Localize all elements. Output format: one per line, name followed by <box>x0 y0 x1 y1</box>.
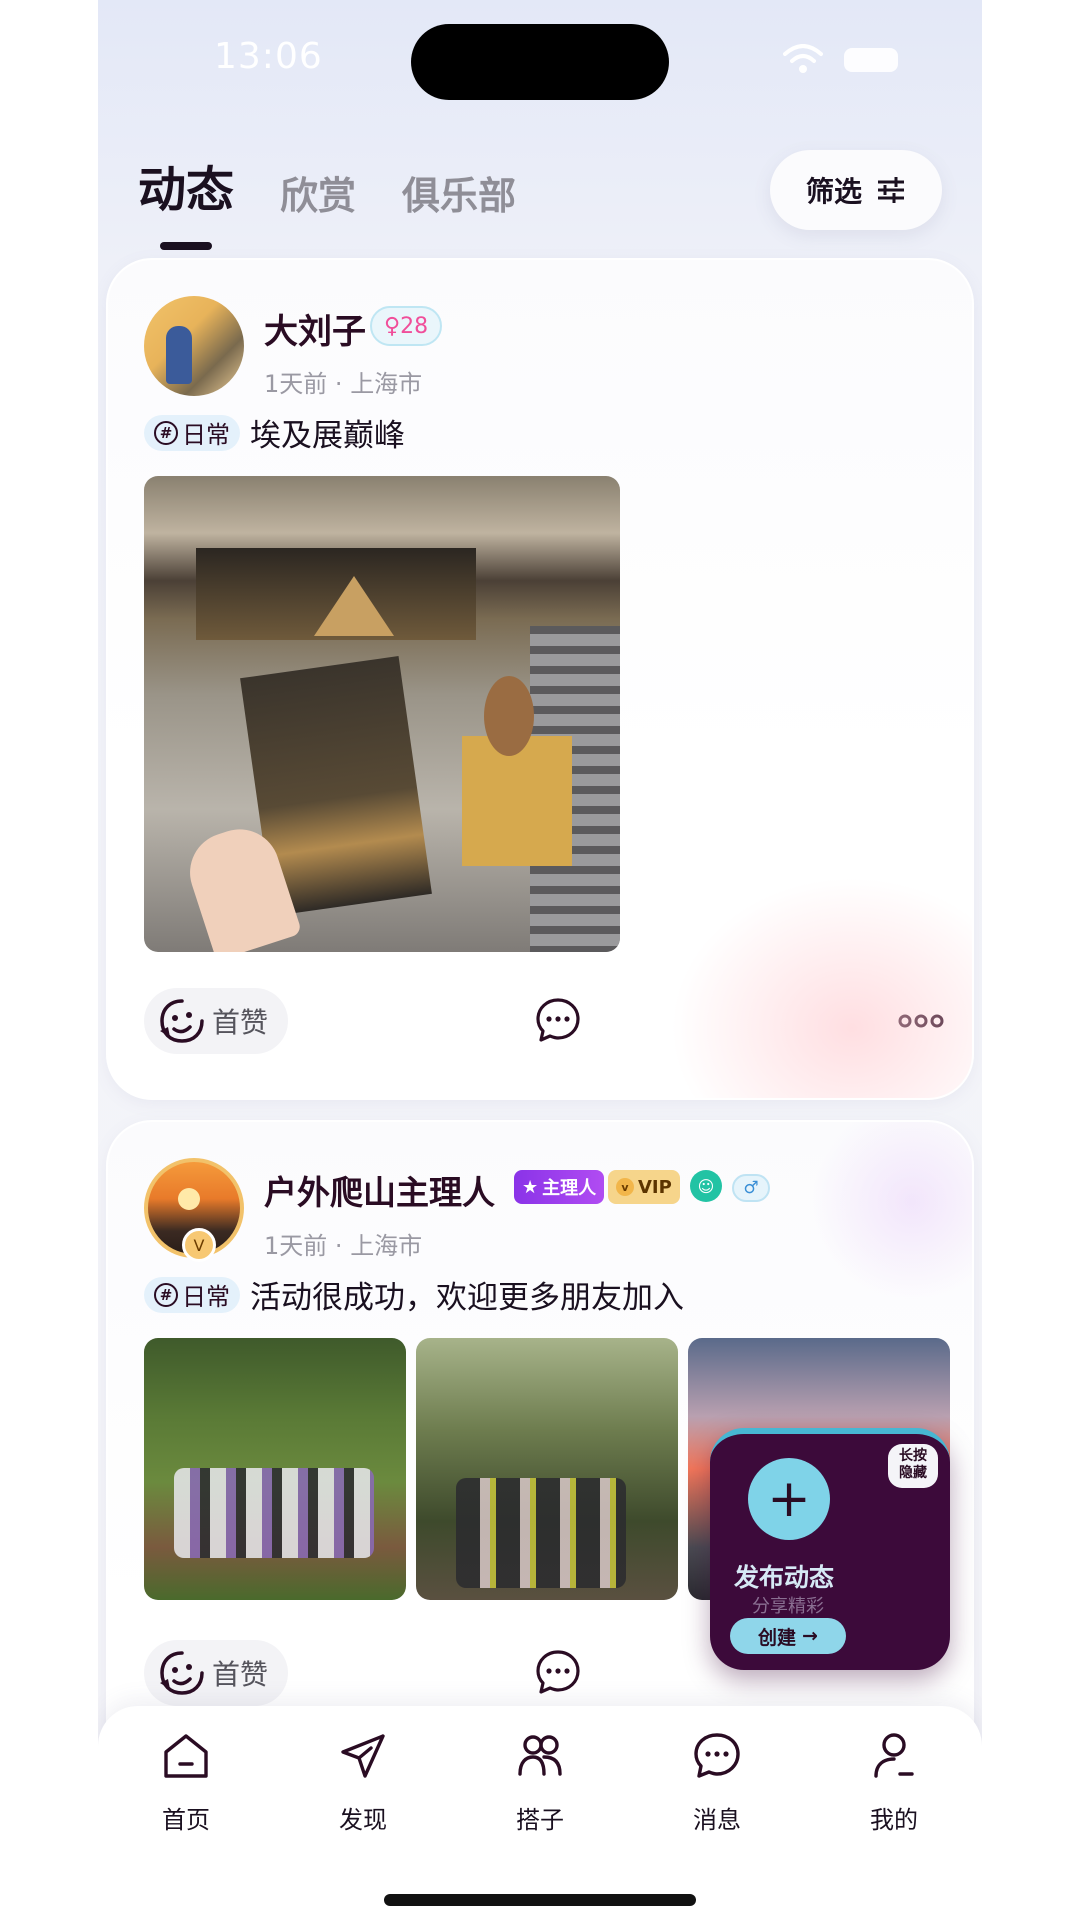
arrow-right-icon: → <box>802 1625 818 1647</box>
vip-badge: v VIP <box>608 1170 680 1204</box>
like-label: 首赞 <box>212 1006 269 1039</box>
hashtag-icon: # <box>154 420 178 445</box>
post-time: 1天前 <box>264 1232 328 1260</box>
nav-label-buddies: 搭子 <box>516 1806 564 1834</box>
nav-item-messages[interactable]: 消息 <box>657 1730 777 1835</box>
topic-label: 日常 <box>182 1283 230 1311</box>
app-screen: 13:06 动态 欣赏 俱乐部 筛选 大刘子 ♀28 1天前 · 上海市 # 日… <box>98 0 982 1920</box>
home-icon <box>164 1734 208 1778</box>
filter-button[interactable]: 筛选 <box>770 150 942 230</box>
comment-icon[interactable] <box>534 1648 582 1696</box>
post-text-row: # 日常 活动很成功，欢迎更多朋友加入 <box>144 1272 684 1317</box>
topic-tag[interactable]: # 日常 <box>144 1276 240 1313</box>
fab-subtitle: 分享精彩 <box>752 1596 824 1617</box>
post-actions: 首赞 <box>144 988 944 1054</box>
post-meta: 1天前 · 上海市 <box>264 1226 422 1261</box>
long-press-hide-hint[interactable]: 长按 隐藏 <box>888 1444 938 1488</box>
nav-item-home[interactable]: 首页 <box>126 1730 246 1835</box>
organizer-label: 主理人 <box>542 1178 597 1199</box>
nav-item-discover[interactable]: 发现 <box>303 1730 423 1835</box>
nav-label-home: 首页 <box>162 1806 210 1834</box>
post-photo[interactable] <box>416 1338 678 1600</box>
like-emoji-icon <box>160 999 204 1043</box>
like-button[interactable]: 首赞 <box>144 1640 289 1706</box>
home-indicator[interactable] <box>384 1894 696 1906</box>
like-label: 首赞 <box>212 1658 269 1691</box>
battery-icon <box>844 48 898 72</box>
send-icon <box>341 1734 385 1778</box>
tab-feed-label: 动态 <box>138 162 235 218</box>
star-icon: ★ <box>522 1176 539 1198</box>
tab-appreciate[interactable]: 欣赏 <box>280 165 356 220</box>
create-button[interactable]: 创建 → <box>730 1618 846 1654</box>
more-icon[interactable] <box>898 1006 944 1036</box>
people-icon <box>518 1735 562 1776</box>
wifi-icon <box>783 44 823 73</box>
post-username[interactable]: 户外爬山主理人 <box>264 1166 495 1214</box>
post-username[interactable]: 大刘子 <box>264 304 366 353</box>
bottom-nav: 首页 发现 搭子 消息 我的 <box>98 1706 982 1920</box>
like-button[interactable]: 首赞 <box>144 988 289 1054</box>
nav-item-profile[interactable]: 我的 <box>834 1730 954 1835</box>
comment-icon[interactable] <box>534 996 582 1044</box>
user-icon <box>874 1733 914 1778</box>
post-location: 上海市 <box>350 1232 423 1260</box>
post-time: 1天前 <box>264 370 328 398</box>
post-location: 上海市 <box>350 370 423 398</box>
organizer-badge: ★ 主理人 <box>514 1170 605 1204</box>
hint-line-1: 长按 <box>899 1448 927 1464</box>
post-text-row: # 日常 埃及展巅峰 <box>144 410 405 455</box>
avatar[interactable] <box>144 296 244 396</box>
like-emoji-icon <box>160 1651 204 1695</box>
dynamic-island <box>411 24 669 100</box>
plus-icon[interactable]: + <box>748 1458 830 1540</box>
nav-label-profile: 我的 <box>870 1806 918 1834</box>
filter-sliders-icon <box>878 177 904 203</box>
create-label: 创建 <box>758 1626 797 1649</box>
post-text: 埃及展巅峰 <box>250 418 405 454</box>
meta-separator: · <box>334 370 351 398</box>
nav-label-messages: 消息 <box>693 1806 741 1834</box>
post-photo[interactable] <box>144 476 620 952</box>
message-icon <box>694 1733 740 1778</box>
nav-label-discover: 发现 <box>339 1806 387 1834</box>
topic-label: 日常 <box>182 421 230 449</box>
create-post-fab[interactable]: 长按 隐藏 + 发布动态 分享精彩 创建 → <box>710 1428 950 1670</box>
male-badge: ♂ <box>732 1174 770 1202</box>
verified-app-icon: ☺ <box>690 1170 722 1202</box>
status-time: 13:06 <box>214 36 323 77</box>
post-meta: 1天前 · 上海市 <box>264 364 422 399</box>
meta-separator: · <box>334 1232 351 1260</box>
tab-active-indicator <box>160 242 212 250</box>
avatar-vip-badge: V <box>182 1228 216 1262</box>
tab-feed[interactable]: 动态 <box>138 150 235 250</box>
post-text: 活动很成功，欢迎更多朋友加入 <box>250 1280 684 1316</box>
tab-club[interactable]: 俱乐部 <box>402 165 516 220</box>
topic-tag[interactable]: # 日常 <box>144 414 240 451</box>
post-card[interactable]: 大刘子 ♀28 1天前 · 上海市 # 日常 埃及展巅峰 首赞 <box>106 258 974 1100</box>
nav-item-buddies[interactable]: 搭子 <box>480 1730 600 1835</box>
tab-appreciate-label: 欣赏 <box>280 174 357 218</box>
fab-title: 发布动态 <box>734 1563 835 1592</box>
filter-label: 筛选 <box>805 175 862 208</box>
hint-line-2: 隐藏 <box>899 1465 927 1481</box>
tab-club-label: 俱乐部 <box>402 174 517 218</box>
vip-coin-icon: v <box>616 1178 634 1196</box>
hashtag-icon: # <box>154 1282 178 1307</box>
post-photo[interactable] <box>144 1338 406 1600</box>
vip-label: VIP <box>638 1176 672 1198</box>
top-tabs: 动态 欣赏 俱乐部 <box>138 150 516 250</box>
gender-age-badge: ♀28 <box>370 306 443 346</box>
